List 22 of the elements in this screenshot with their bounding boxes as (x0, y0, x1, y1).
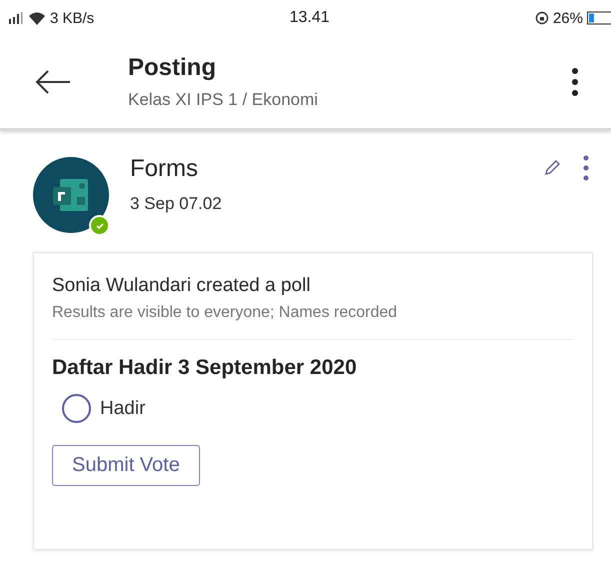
submit-vote-button[interactable]: Submit Vote (52, 445, 200, 486)
clock: 13.41 (289, 9, 330, 27)
page-title: Posting (128, 54, 217, 82)
back-button[interactable] (34, 69, 72, 95)
poll-creator-text: Sonia Wulandari created a poll (52, 275, 312, 297)
radio-button[interactable] (62, 394, 91, 423)
rotation-lock-icon (534, 11, 549, 25)
battery-icon (586, 11, 611, 25)
page-subtitle: Kelas XI IPS 1 / Ekonomi (128, 90, 319, 110)
forms-app-icon (33, 157, 109, 233)
post-options-button[interactable] (583, 155, 589, 181)
signal-icon (8, 12, 24, 24)
wifi-icon (28, 11, 46, 25)
option-label[interactable]: Hadir (100, 398, 146, 420)
poll-info-text: Results are visible to everyone; Names recorded (52, 304, 398, 322)
battery-percent: 26% (552, 10, 583, 26)
edit-button[interactable] (543, 159, 561, 177)
author-name: Forms (130, 155, 199, 183)
post-timestamp: 3 Sep 07.02 (130, 194, 223, 214)
more-options-button[interactable] (571, 67, 579, 97)
poll-question: Daftar Hadir 3 September 2020 (52, 356, 358, 380)
network-speed: 3 KB/s (50, 10, 94, 26)
